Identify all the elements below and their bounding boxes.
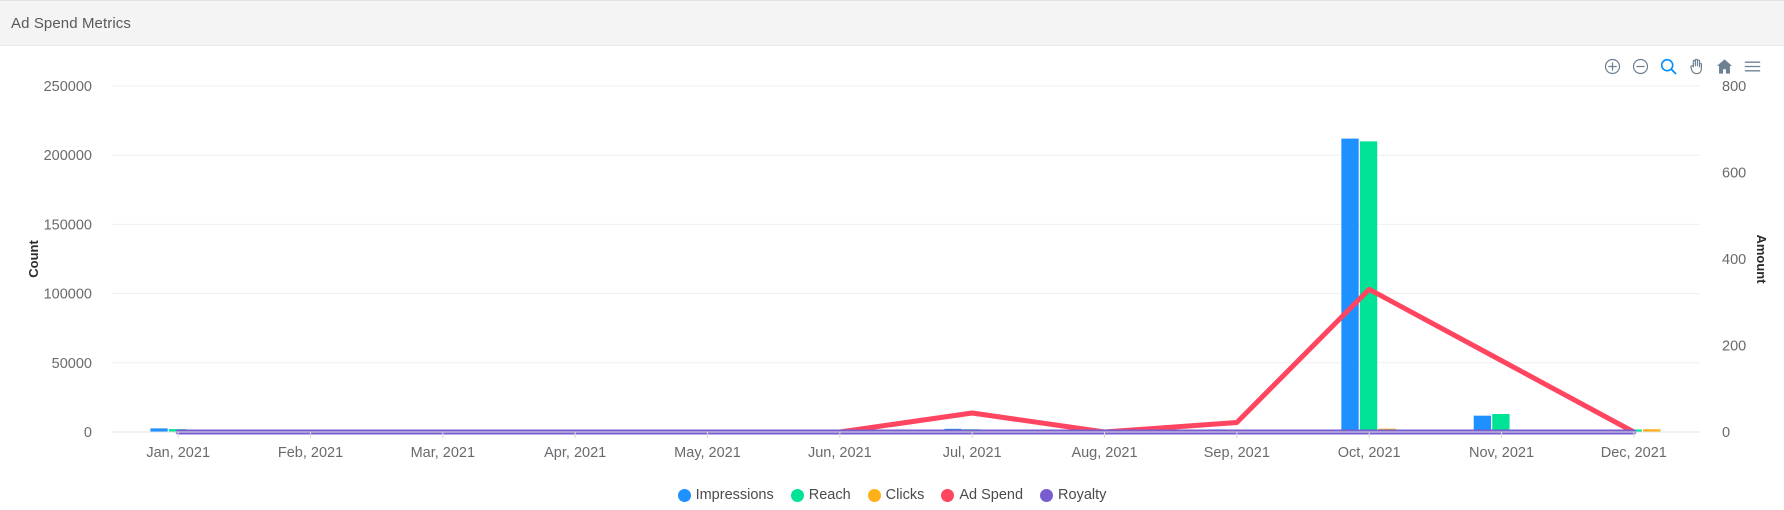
x-axis-tick-label: Sep, 2021 — [1204, 445, 1270, 461]
y-axis-tick-label: 200000 — [44, 148, 92, 164]
legend-item-label: Impressions — [695, 487, 774, 503]
legend-marker-icon — [1040, 488, 1054, 502]
y-axis-tick-label: 50000 — [52, 356, 92, 372]
bar-reach[interactable] — [1359, 141, 1378, 433]
y-axis-tick-label: 150000 — [44, 217, 92, 233]
x-axis-tick-label: Jun, 2021 — [808, 445, 872, 461]
zoom-in-icon[interactable] — [1602, 56, 1622, 76]
y2-axis-tick-label: 800 — [1722, 79, 1746, 95]
x-axis-tick-label: Jan, 2021 — [146, 445, 210, 461]
legend-item-clicks[interactable]: Clicks — [867, 487, 925, 503]
legend-item-label: Ad Spend — [959, 487, 1024, 503]
y2-axis-tick-label: 400 — [1722, 252, 1746, 268]
legend-marker-icon — [867, 488, 881, 502]
x-axis-tick-label: Aug, 2021 — [1071, 445, 1137, 461]
y-axis-tick-label: 100000 — [44, 287, 92, 303]
line-ad-spend[interactable] — [175, 286, 1637, 435]
legend-item-label: Clicks — [885, 487, 925, 503]
legend-marker-icon — [941, 488, 955, 502]
x-axis-tick-label: May, 2021 — [674, 445, 741, 461]
bar-impressions[interactable] — [150, 428, 168, 432]
legend-item-royalty[interactable]: Royalty — [1040, 487, 1106, 503]
panel-header: Ad Spend Metrics — [0, 1, 1784, 46]
zoom-selection-icon[interactable] — [1658, 56, 1678, 76]
y-axis-title: Count — [26, 240, 41, 278]
bar-impressions[interactable] — [1341, 138, 1359, 432]
y2-axis-tick-label: 0 — [1722, 425, 1730, 441]
page-title: Ad Spend Metrics — [11, 14, 131, 32]
legend-item-reach[interactable]: Reach — [790, 487, 851, 503]
x-axis-tick-label: Jul, 2021 — [943, 445, 1002, 461]
x-axis-tick-label: Apr, 2021 — [544, 445, 606, 461]
combo-chart-svg: 0 50000 100000 150000 200000 250000 0 200 400 600… — [26, 79, 1769, 461]
x-axis-tick-label: Dec, 2021 — [1601, 445, 1667, 461]
y-axis-tick-label: 250000 — [44, 79, 92, 95]
x-axis-tick-label: Nov, 2021 — [1469, 445, 1534, 461]
legend-item-label: Royalty — [1058, 487, 1107, 503]
legend-item-ad-spend[interactable]: Ad Spend — [941, 487, 1023, 503]
bar-reach[interactable] — [1492, 414, 1510, 432]
pan-icon[interactable] — [1686, 56, 1706, 76]
x-axis-tick-label: Mar, 2021 — [411, 445, 476, 461]
chart-legend: Impressions Reach Clicks Ad Spend Royalty — [0, 487, 1784, 503]
y2-axis-tick-label: 200 — [1722, 339, 1746, 355]
menu-icon[interactable] — [1742, 56, 1762, 76]
chart-toolbar — [1602, 56, 1762, 76]
legend-item-label: Reach — [808, 487, 851, 503]
legend-marker-icon — [677, 488, 691, 502]
x-axis-tick-label: Feb, 2021 — [278, 445, 343, 461]
chart-area[interactable]: 0 50000 100000 150000 200000 250000 0 200 400 600… — [0, 46, 1784, 510]
y-axis-tick-label: 0 — [84, 425, 92, 441]
legend-marker-icon — [790, 488, 804, 502]
legend-item-impressions[interactable]: Impressions — [677, 487, 774, 503]
zoom-out-icon[interactable] — [1630, 56, 1650, 76]
x-axis-tick-label: Oct, 2021 — [1338, 445, 1401, 461]
y2-axis-tick-label: 600 — [1722, 166, 1746, 182]
ad-spend-metrics-panel: Ad Spend Metrics 0 50000 100000 150000 2… — [0, 0, 1784, 510]
home-icon[interactable] — [1714, 56, 1734, 76]
y2-axis-title: Amount — [1754, 234, 1769, 284]
